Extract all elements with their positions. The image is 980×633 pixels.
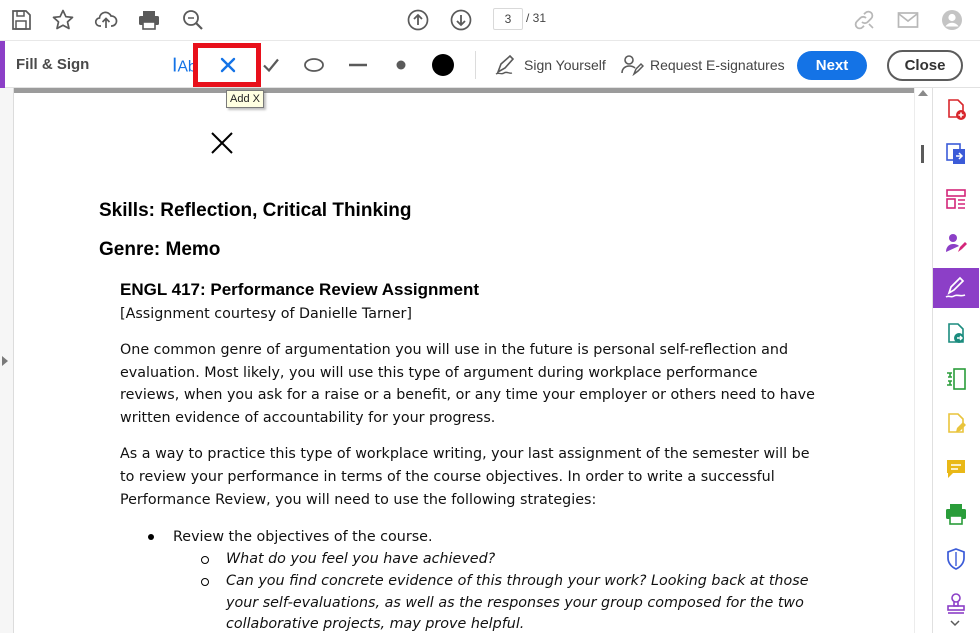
para1-line3: reviews, when you ask for a raise or a b… [120, 387, 815, 403]
line-tool-icon[interactable] [345, 51, 371, 79]
sign-yourself-label: Sign Yourself [524, 57, 606, 73]
request-signatures-icon[interactable] [933, 223, 979, 263]
toolbar-divider [475, 51, 476, 79]
text-tool-icon[interactable]: Ab [171, 51, 195, 79]
para1-line2: evaluation. Most likely, you will use th… [120, 365, 758, 381]
close-button[interactable]: Close [887, 50, 963, 81]
edit-pdf-icon[interactable] [933, 404, 979, 444]
heading-assignment: ENGL 417: Performance Review Assignment [120, 280, 480, 299]
add-x-tool-icon[interactable] [215, 51, 241, 79]
protect-icon[interactable] [933, 539, 979, 579]
sub2-line2: your self-evaluations, as well as the re… [226, 595, 804, 611]
page-top-border [14, 88, 914, 93]
para2-line1: As a way to practice this type of workpl… [120, 446, 810, 462]
cloud-upload-icon[interactable] [92, 6, 120, 34]
fill-sign-toolbar: Fill & Sign Ab Sign Yourself Request E-s… [0, 40, 980, 88]
bullet1-text: Review the objectives of the course. [173, 529, 433, 545]
dot-tool-icon[interactable] [390, 51, 412, 79]
expand-left-panel-icon[interactable] [2, 356, 8, 366]
export-pdf-icon[interactable] [933, 134, 979, 174]
page-down-icon[interactable] [447, 6, 475, 34]
sub-bullet-circle [201, 578, 209, 586]
print-icon[interactable] [135, 6, 163, 34]
sub-bullet-circle [201, 556, 209, 564]
next-button[interactable]: Next [797, 51, 867, 80]
heading-skills: Skills: Reflection, Critical Thinking [99, 200, 412, 221]
add-x-tooltip: Add X [226, 90, 264, 108]
organize-pages-icon[interactable] [933, 179, 979, 219]
sub2-line3: collaborative projects, may prove helpfu… [226, 616, 525, 632]
page-number-input[interactable] [493, 8, 523, 30]
print-production-icon[interactable] [933, 494, 979, 534]
scrollbar-thumb[interactable] [921, 145, 924, 163]
fill-sign-title: Fill & Sign [16, 56, 90, 73]
para2-line2: to review your performance in terms of t… [120, 469, 775, 485]
request-esignatures-button[interactable]: Request E-signatures [620, 53, 785, 77]
mail-icon[interactable] [894, 6, 922, 34]
page-up-icon[interactable] [404, 6, 432, 34]
account-icon[interactable] [938, 6, 966, 34]
filled-dot-tool-icon[interactable] [430, 51, 456, 79]
compress-pdf-icon[interactable] [933, 359, 979, 399]
fill-sign-icon[interactable] [933, 268, 979, 308]
ellipse-tool-icon[interactable] [301, 51, 327, 79]
vertical-scrollbar[interactable] [914, 88, 932, 633]
rail-scroll-down-icon[interactable] [950, 620, 960, 628]
comment-icon[interactable] [933, 449, 979, 489]
checkmark-tool-icon[interactable] [259, 51, 283, 79]
bullet-dot [148, 534, 154, 540]
heading-genre: Genre: Memo [99, 239, 221, 260]
request-signature-icon [621, 55, 644, 76]
fill-sign-accent [0, 41, 5, 88]
sign-yourself-button[interactable]: Sign Yourself [494, 53, 606, 77]
pen-sign-icon [495, 54, 515, 75]
stamp-icon[interactable] [933, 584, 979, 624]
sub1-text: What do you feel you have achieved? [226, 551, 496, 567]
bookmark-star-icon[interactable] [49, 6, 77, 34]
request-esignatures-label: Request E-signatures [650, 57, 785, 73]
save-icon[interactable] [7, 6, 35, 34]
para1-line1: One common genre of argumentation you wi… [120, 342, 789, 358]
para1-line4: written evidence of accountability for y… [120, 410, 496, 426]
top-toolbar: / 31 [0, 0, 980, 40]
para2-line3: Performance Review, you will need to use… [120, 492, 597, 508]
scroll-up-arrow-icon[interactable] [918, 90, 928, 96]
page-total: / 31 [526, 11, 547, 25]
courtesy-line: [Assignment courtesy of Danielle Tarner] [120, 306, 412, 322]
placed-x-mark[interactable] [210, 131, 234, 155]
zoom-search-icon[interactable] [179, 6, 207, 34]
send-for-review-icon[interactable] [933, 314, 979, 354]
create-pdf-icon[interactable] [933, 90, 979, 130]
sub2-line1: Can you find concrete evidence of this t… [226, 573, 809, 589]
link-icon[interactable] [850, 6, 878, 34]
